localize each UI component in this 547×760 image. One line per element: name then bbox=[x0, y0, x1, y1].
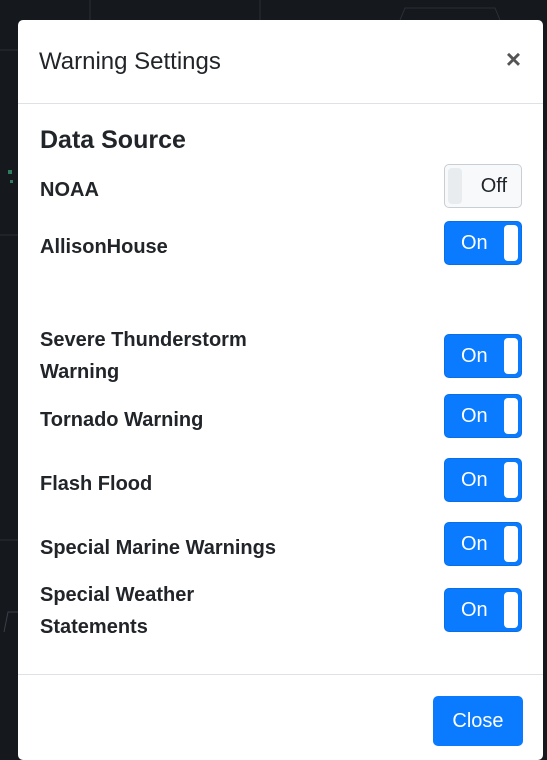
toggle-state: Off bbox=[480, 175, 507, 197]
label-allisonhouse: AllisonHouse bbox=[40, 236, 168, 258]
toggle-state: On bbox=[461, 469, 488, 491]
toggle-severe-thunderstorm-warning[interactable]: On bbox=[444, 334, 522, 378]
label-special-weather-statements: Special Weather Statements bbox=[40, 584, 195, 638]
toggle-knob bbox=[504, 225, 518, 261]
toggle-special-marine-warnings[interactable]: On bbox=[444, 522, 522, 566]
toggle-special-weather-statements[interactable]: On bbox=[444, 588, 522, 632]
toggle-knob bbox=[504, 526, 518, 562]
toggle-knob bbox=[448, 168, 462, 204]
toggle-tornado-warning[interactable]: On bbox=[444, 394, 522, 438]
toggle-state: On bbox=[461, 405, 488, 427]
toggle-knob bbox=[504, 462, 518, 498]
label-noaa: NOAA bbox=[40, 179, 99, 201]
warning-settings-modal: Warning Settings × Data Source NOAA Off … bbox=[18, 20, 543, 760]
toggle-state: On bbox=[461, 232, 488, 254]
modal-header: Warning Settings × bbox=[18, 20, 543, 104]
toggle-knob bbox=[504, 398, 518, 434]
footer-divider bbox=[18, 674, 543, 675]
toggle-state: On bbox=[461, 533, 488, 555]
label-tornado-warning: Tornado Warning bbox=[40, 409, 204, 431]
toggle-knob bbox=[504, 338, 518, 374]
label-flash-flood: Flash Flood bbox=[40, 473, 153, 495]
toggle-flash-flood[interactable]: On bbox=[444, 458, 522, 502]
toggle-state: On bbox=[461, 345, 488, 367]
section-title-data-source: Data Source bbox=[40, 126, 186, 154]
toggle-state: On bbox=[461, 599, 488, 621]
toggle-knob bbox=[504, 592, 518, 628]
close-icon[interactable]: × bbox=[506, 46, 521, 72]
label-special-marine-warnings: Special Marine Warnings bbox=[40, 537, 276, 559]
close-button[interactable]: Close bbox=[433, 696, 523, 746]
toggle-noaa[interactable]: Off bbox=[444, 164, 522, 208]
label-severe-thunderstorm-warning: Severe Thunderstorm Warning bbox=[40, 329, 247, 383]
toggle-allisonhouse[interactable]: On bbox=[444, 221, 522, 265]
modal-title: Warning Settings bbox=[39, 48, 221, 75]
